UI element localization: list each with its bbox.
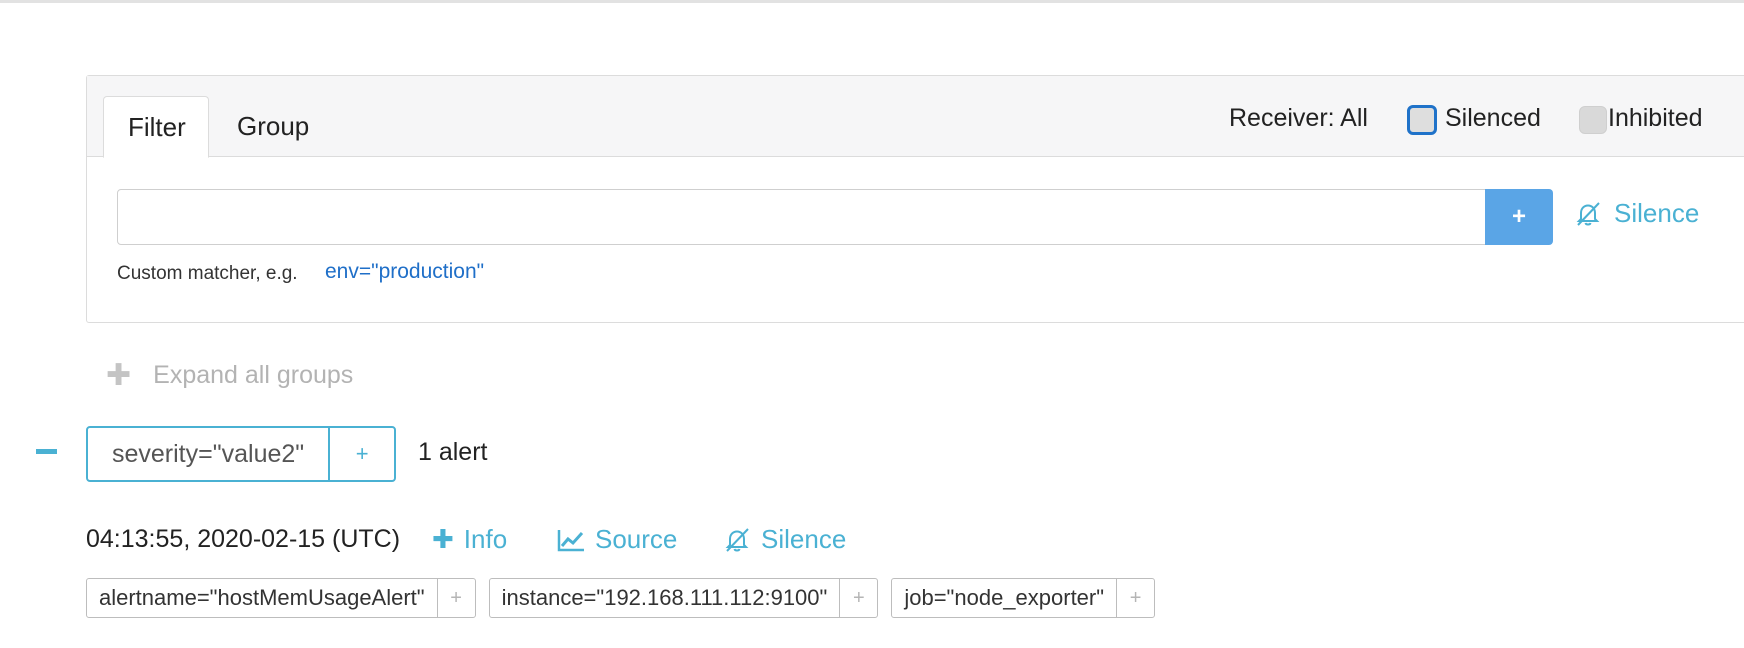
label-chip-add-button[interactable]: +: [1116, 579, 1154, 617]
receiver-selector[interactable]: Receiver: All: [1229, 104, 1368, 133]
plus-icon: ✚: [432, 524, 454, 554]
label-chip-text[interactable]: alertname="hostMemUsageAlert": [87, 579, 437, 617]
label-chip-add-button[interactable]: +: [839, 579, 877, 617]
alert-source-link[interactable]: Source: [557, 524, 677, 555]
custom-matcher-input[interactable]: [117, 189, 1487, 245]
alert-labels: alertname="hostMemUsageAlert" + instance…: [86, 578, 1156, 618]
inhibited-label[interactable]: Inhibited: [1608, 104, 1703, 133]
filter-panel: Filter Group Receiver: All Silenced Inhi…: [86, 75, 1744, 323]
new-silence-link[interactable]: Silence: [1574, 198, 1699, 229]
silenced-label[interactable]: Silenced: [1445, 104, 1541, 133]
silenced-checkbox[interactable]: [1407, 105, 1437, 135]
label-chip-text[interactable]: instance="192.168.111.112:9100": [490, 579, 840, 617]
alert-row: 04:13:55, 2020-02-15 (UTC): [86, 525, 400, 554]
bell-slash-icon: [725, 527, 749, 552]
matcher-hint-example: env="production": [325, 260, 485, 283]
top-divider: [0, 0, 1744, 3]
alert-count: 1 alert: [418, 438, 488, 466]
inhibited-checkbox[interactable]: [1579, 106, 1607, 134]
silence-label[interactable]: Silence: [1614, 198, 1699, 229]
group-add-filter-button[interactable]: +: [328, 428, 394, 480]
tab-filter[interactable]: Filter: [103, 96, 209, 158]
add-matcher-button[interactable]: +: [1485, 189, 1553, 245]
source-label: Source: [595, 524, 678, 554]
label-chip-instance: instance="192.168.111.112:9100" +: [488, 578, 879, 618]
tab-group[interactable]: Group: [213, 96, 333, 158]
bell-slash-icon: [1576, 201, 1600, 226]
group-label-pill: severity="value2" +: [86, 426, 397, 482]
label-chip-add-button[interactable]: +: [436, 579, 475, 617]
plus-icon: ✚: [106, 359, 132, 392]
info-label: Info: [463, 524, 508, 554]
label-chip-alertname: alertname="hostMemUsageAlert" +: [86, 578, 476, 618]
alert-timestamp: 04:13:55, 2020-02-15 (UTC): [86, 525, 401, 553]
minus-icon[interactable]: [36, 449, 57, 454]
alert-info-button[interactable]: ✚ Info: [432, 524, 507, 555]
matcher-hint: Custom matcher, e.g.: [117, 263, 298, 284]
label-chip-job: job="node_exporter" +: [891, 578, 1156, 618]
filter-panel-header: Filter Group Receiver: All Silenced Inhi…: [87, 76, 1744, 158]
alert-silence-label: Silence: [761, 524, 847, 554]
label-chip-text[interactable]: job="node_exporter": [892, 579, 1116, 617]
expand-all-label: Expand all groups: [153, 361, 354, 389]
expand-all-groups-button[interactable]: ✚ Expand all groups: [106, 358, 353, 393]
alert-silence-link[interactable]: Silence: [723, 524, 846, 555]
line-chart-icon: [557, 529, 584, 551]
group-label[interactable]: severity="value2": [88, 428, 328, 480]
